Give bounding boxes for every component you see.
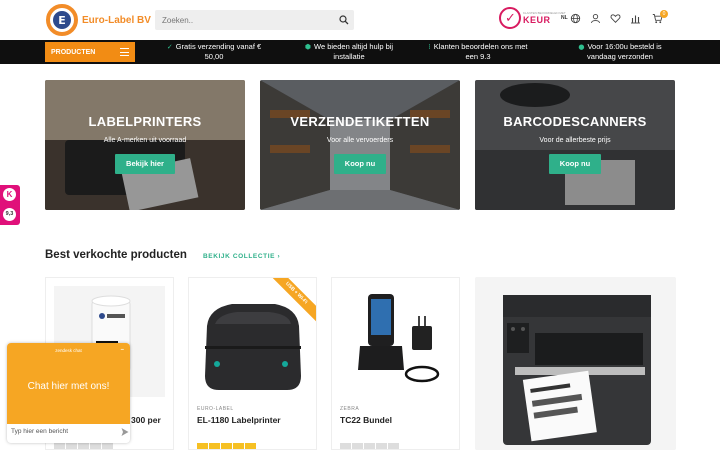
user-icon[interactable]: [590, 13, 601, 24]
banner-barcodescanners[interactable]: BARCODESCANNERS Voor de allerbeste prijs…: [475, 80, 675, 210]
star-icon: [66, 443, 77, 449]
product-card[interactable]: USB + Wi-Fi EURO-LABEL EL-1180 Labelprin…: [188, 277, 317, 450]
industrial-printer-image: [475, 277, 676, 450]
usp-nav-bar: PRODUCTEN ✓ Gratis verzending vanaf € 50,…: [0, 40, 720, 64]
logo-mark: E: [46, 4, 78, 36]
hamburger-icon: [120, 48, 129, 56]
chat-provider-label: zendesk chat: [55, 348, 82, 353]
logo[interactable]: E Euro-Label BV: [46, 4, 151, 36]
banner-subtitle: Voor de allerbeste prijs: [539, 137, 611, 144]
banner-labelprinters-image: [45, 80, 245, 210]
banner-cta-button[interactable]: Bekijk hier: [115, 154, 175, 174]
star-icon: [221, 443, 232, 449]
star-icon: [364, 443, 375, 449]
send-icon[interactable]: [121, 427, 129, 437]
banner-title: LABELPRINTERS: [88, 114, 202, 129]
language-label[interactable]: NL: [561, 15, 568, 21]
star-icon: [388, 443, 399, 449]
product-card[interactable]: ZEBRA TC22 Bundel: [331, 277, 460, 450]
logo-text: Euro-Label BV: [82, 14, 151, 26]
product-name: EL-1180 Labelprinter: [197, 415, 281, 425]
logo-letter: E: [53, 11, 71, 29]
chat-header[interactable]: zendesk chat – Chat hier met ons!: [7, 343, 130, 424]
star-icon: [209, 443, 220, 449]
banner-title: BARCODESCANNERS: [503, 114, 647, 129]
review-score: 9,3: [3, 208, 16, 221]
star-icon: [102, 443, 113, 449]
banner-subtitle: Voor alle vervoerders: [326, 137, 394, 144]
product-name: TC22 Bundel: [340, 415, 392, 425]
truck-icon: ✓: [166, 43, 173, 51]
compare-icon[interactable]: [630, 13, 641, 24]
star-icon: [78, 443, 89, 449]
product-name: 300 per: [131, 415, 161, 425]
product-image: [197, 286, 308, 397]
star-icon: [340, 443, 351, 449]
banner-labelprinters[interactable]: LABELPRINTERS Alle A-merken uit voorraad…: [45, 80, 245, 210]
star-icon: [54, 443, 65, 449]
banner-warehouse-image: [260, 80, 460, 210]
banner-cta-button[interactable]: Koop nu: [334, 154, 386, 174]
shield-icon: ⬢: [304, 43, 312, 51]
products-menu-label: PRODUCTEN: [51, 48, 96, 56]
product-brand: ZEBRA: [340, 406, 360, 412]
globe-icon[interactable]: [570, 13, 581, 24]
search-input[interactable]: [155, 11, 330, 29]
product-rating: [197, 443, 256, 449]
star-icon: [90, 443, 101, 449]
product-image: [340, 286, 451, 397]
usp-same-day: ● Voor 16:00u besteld is vandaag verzonde…: [578, 42, 662, 61]
search-bar: [155, 10, 354, 30]
section-title: Best verkochte producten: [45, 249, 187, 261]
product-rating: [54, 443, 113, 449]
site-header: E Euro-Label BV ✓ KLANTEN BEOORDELEN MET…: [0, 0, 720, 40]
keur-badge[interactable]: ✓ KLANTEN BEOORDELEN MET KEUR: [499, 7, 566, 29]
chat-message-input[interactable]: [11, 428, 111, 435]
chat-widget: zendesk chat – Chat hier met ons!: [7, 343, 130, 443]
product-rating: [340, 443, 399, 449]
usp-shipping: ✓ Gratis verzending vanaf € 50,00: [166, 42, 262, 61]
star-icon: [197, 443, 208, 449]
featured-product-card[interactable]: [475, 277, 676, 450]
keur-logo-icon: K: [3, 188, 16, 201]
star-icon: ⁞: [428, 43, 431, 51]
star-icon: [376, 443, 387, 449]
star-icon: [245, 443, 256, 449]
banner-cta-button[interactable]: Koop nu: [549, 154, 601, 174]
star-icon: [352, 443, 363, 449]
usp-reviews: ⁞ Klanten beoordelen ons met een 9.3: [428, 42, 528, 61]
product-brand: EURO-LABEL: [197, 406, 234, 412]
star-icon: [233, 443, 244, 449]
view-collection-link[interactable]: BEKIJK COLLECTIE ›: [203, 253, 280, 260]
products-menu-button[interactable]: PRODUCTEN: [45, 42, 135, 62]
keur-label: KEUR: [523, 15, 551, 25]
banner-subtitle: Alle A-merken uit voorraad: [103, 137, 187, 144]
review-side-widget[interactable]: K 9,3: [0, 185, 20, 225]
minimize-icon[interactable]: –: [121, 347, 124, 353]
banner-scanner-image: [475, 80, 675, 210]
banner-title: VERZENDETIKETTEN: [290, 114, 430, 129]
heart-icon[interactable]: [610, 13, 621, 24]
chat-title: Chat hier met ons!: [27, 381, 110, 392]
keur-check-icon: ✓: [499, 7, 521, 29]
clock-icon: ●: [578, 43, 585, 51]
usp-installation: ⬢ We bieden altijd hulp bij installatie: [304, 42, 394, 61]
banner-verzendetiketten[interactable]: VERZENDETIKETTEN Voor alle vervoerders K…: [260, 80, 460, 210]
search-icon[interactable]: [339, 15, 349, 25]
cart-count-badge: 0: [660, 10, 668, 18]
